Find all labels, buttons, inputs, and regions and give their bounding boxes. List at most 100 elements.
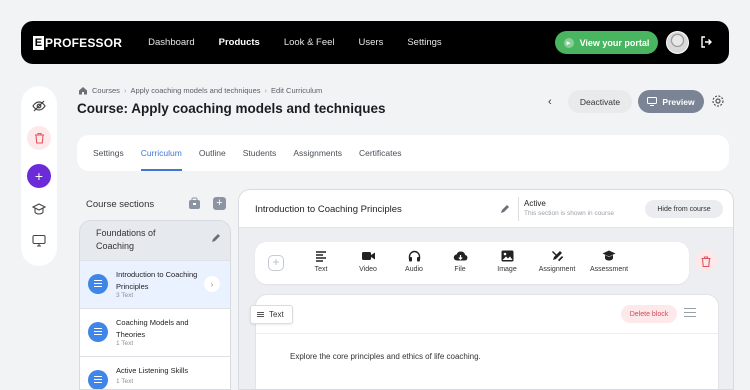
chevron-right-icon: › [123,86,127,95]
tab-outline[interactable]: Outline [199,135,226,171]
tab-certificates[interactable]: Certificates [359,135,402,171]
nav-settings[interactable]: Settings [407,37,441,48]
text-block: Text Delete block Explore the core princ… [250,294,719,389]
gear-icon[interactable] [711,94,725,108]
lesson-title: Coaching Models and Theories [116,318,189,339]
lesson-item[interactable]: Coaching Models and Theories 1 Text [80,308,230,356]
lesson-title: Introduction to Coaching Principles [255,204,402,215]
image-icon [501,250,513,262]
tab-curriculum[interactable]: Curriculum [140,135,182,171]
delete-lesson-button[interactable] [695,250,717,272]
tab-students[interactable]: Students [243,135,277,171]
nav-products[interactable]: Products [219,37,260,48]
add-audio-block[interactable]: Audio [391,250,437,273]
plus-icon: + [34,168,44,184]
deactivate-button[interactable]: Deactivate [568,90,632,113]
text-icon [316,251,326,262]
trash-icon [34,132,44,144]
delete-block-button[interactable]: Delete block [621,305,677,323]
home-icon[interactable] [78,86,88,95]
add-assignment-block[interactable]: Assignment [534,250,580,273]
hide-visibility-button[interactable] [27,94,51,118]
hide-from-course-button[interactable]: Hide from course [645,200,723,218]
display-button[interactable] [27,228,51,252]
toolbar-label: Video [359,266,377,273]
lesson-title: Active Listening Skills [116,366,189,375]
eye-off-icon [32,100,46,112]
edit-pencil-icon[interactable] [211,233,221,243]
toolbar-label: Image [497,266,517,273]
toolbar-label: Audio [405,266,423,273]
lesson-item[interactable]: Active Listening Skills 1 Text [80,356,230,389]
lesson-count: 3 Text [116,292,134,299]
cloud-download-icon [453,251,467,261]
divider [518,197,519,221]
logo[interactable]: E PROFESSOR [33,35,123,50]
add-image-block[interactable]: Image [484,250,530,273]
page-title: Course: Apply coaching models and techni… [77,101,386,116]
block-toolbar: + Text Video Audio File Image Assignment… [255,242,689,284]
breadcrumb-courses[interactable]: Courses [92,86,120,95]
nav-users[interactable]: Users [359,37,384,48]
preview-button[interactable]: Preview [638,90,704,113]
breadcrumb: Courses › Apply coaching models and tech… [78,86,322,95]
portal-icon: ▸ [563,37,574,48]
avatar[interactable] [666,31,689,54]
add-block-icon[interactable]: + [268,255,284,271]
text-lesson-icon [88,370,108,389]
editor-header: Introduction to Coaching Principles Acti… [239,190,733,228]
block-content[interactable]: Explore the core principles and ethics o… [290,352,481,361]
add-assessment-block[interactable]: Assessment [586,250,632,273]
graduation-cap-icon [602,250,616,261]
edit-pencil-icon[interactable] [500,204,510,214]
tab-settings[interactable]: Settings [93,135,124,171]
pencil-ruler-icon [551,251,563,262]
lesson-item[interactable]: Introduction to Coaching Principles 3 Te… [80,260,230,308]
course-box-button[interactable] [27,197,51,221]
logo-text: PROFESSOR [45,35,123,50]
tab-assignments[interactable]: Assignments [293,135,342,171]
divider [256,333,718,334]
logout-icon[interactable] [700,36,712,48]
view-portal-button[interactable]: ▸ View your portal [555,31,658,54]
add-file-block[interactable]: File [437,250,483,273]
add-video-block[interactable]: Video [345,250,391,273]
monitor-icon [647,97,658,106]
main-nav: Dashboard Products Look & Feel Users Set… [148,37,466,48]
import-section-icon[interactable] [188,197,201,210]
course-sections-title: Course sections [86,199,155,210]
toolbar-label: Text [314,266,328,273]
graduation-cap-icon [32,202,46,215]
lesson-title: Introduction to Coaching Principles [116,270,198,291]
trash-icon [701,255,711,267]
text-icon [257,312,264,313]
status-label: Active [524,199,546,208]
logo-mark: E [33,35,44,50]
drag-handle-icon[interactable] [684,308,696,310]
add-section-icon[interactable]: + [213,197,226,210]
chevron-right-icon[interactable]: › [204,276,220,292]
nav-look-and-feel[interactable]: Look & Feel [284,37,335,48]
chevron-right-icon: › [264,86,268,95]
breadcrumb-course[interactable]: Apply coaching models and techniques [130,86,260,95]
text-lesson-icon [88,322,108,342]
back-chevron-icon[interactable]: ‹ [548,96,552,108]
lesson-count: 1 Text [116,340,134,347]
status-description: This section is shown in course [524,210,614,217]
nav-dashboard[interactable]: Dashboard [148,37,194,48]
lesson-count: 1 Text [116,378,134,385]
top-navigation-bar: E PROFESSOR Dashboard Products Look & Fe… [21,21,729,64]
text-lesson-icon [88,274,108,294]
add-text-block[interactable]: Text [298,250,344,273]
delete-course-button[interactable] [27,126,51,150]
sections-panel: Foundations of Coaching Introduction to … [79,220,231,390]
toolbar-label: Assignment [538,266,576,273]
block-type-tag: Text [250,305,293,324]
add-button[interactable]: + [27,164,51,188]
section-header[interactable]: Foundations of Coaching [80,221,230,260]
view-portal-label: View your portal [579,37,650,48]
toolbar-label: File [454,266,466,273]
breadcrumb-current: Edit Curriculum [271,86,323,95]
lesson-editor: Introduction to Coaching Principles Acti… [238,189,734,390]
block-type-label: Text [269,310,284,319]
